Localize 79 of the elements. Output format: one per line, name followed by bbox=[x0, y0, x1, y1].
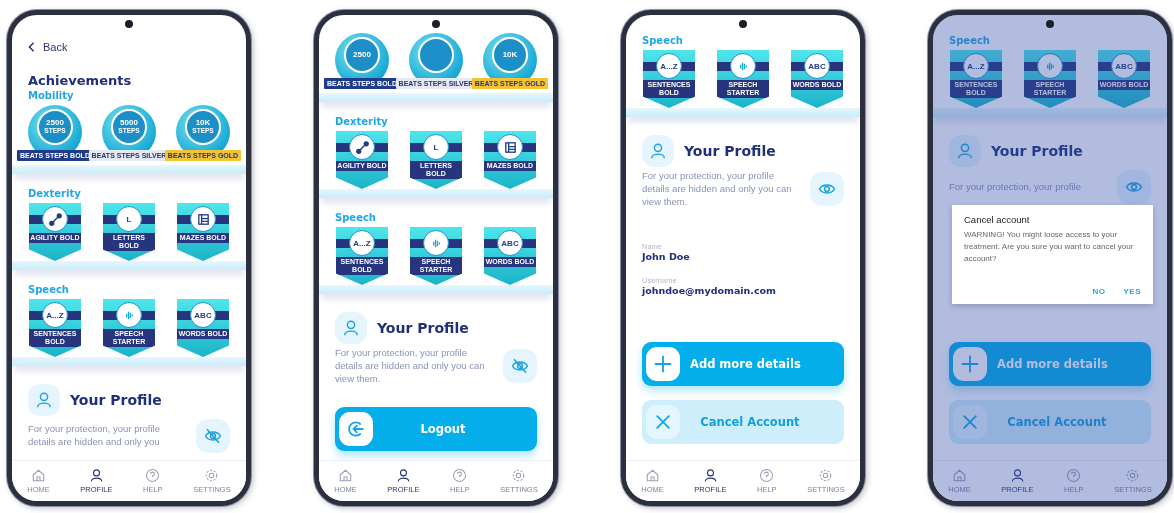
badge-number: 5000 bbox=[120, 119, 138, 128]
home-icon bbox=[31, 468, 47, 483]
profile-description: For your protection, your profile details are hidden and only you can view them. bbox=[335, 347, 486, 386]
badge-symbol: A...Z bbox=[967, 61, 985, 71]
badge-number: 10K bbox=[502, 51, 518, 59]
dialog-button[interactable]: NO bbox=[1092, 287, 1106, 296]
field-value: John Doe bbox=[642, 251, 691, 263]
badge-symbol: ABC bbox=[501, 238, 519, 248]
gear-icon bbox=[204, 468, 220, 483]
category-title: Speech bbox=[642, 35, 684, 46]
person-icon bbox=[395, 468, 411, 483]
person-icon bbox=[335, 312, 367, 344]
grid-icon bbox=[195, 211, 211, 227]
home-icon bbox=[338, 468, 354, 483]
question-icon bbox=[452, 468, 468, 483]
category-title: Speech bbox=[335, 212, 377, 223]
exit-arrow-icon bbox=[339, 412, 373, 447]
profile-title: Your Profile bbox=[991, 143, 1083, 159]
camera-dot bbox=[432, 20, 440, 28]
question-icon bbox=[145, 468, 161, 483]
eye-slash-icon[interactable] bbox=[196, 419, 230, 453]
question-icon bbox=[1066, 468, 1082, 483]
plus-icon bbox=[953, 347, 987, 381]
close-icon bbox=[646, 405, 680, 439]
dialog-message: WARNING! You might loose access to your treatment. Are you sure you want to cancel your account? bbox=[964, 229, 1135, 265]
page-title: Achievements bbox=[28, 73, 133, 88]
person-icon bbox=[1009, 468, 1025, 483]
category-title: Speech bbox=[949, 35, 991, 46]
gear-icon bbox=[818, 468, 834, 483]
question-icon bbox=[759, 468, 775, 483]
dialog-title: Cancel account bbox=[964, 214, 1031, 225]
person-icon bbox=[702, 468, 718, 483]
category-title: Dexterity bbox=[335, 116, 389, 127]
profile-description: For your protection, your profile details are hidden and only you can view them. bbox=[642, 170, 793, 209]
badge-symbol: A...Z bbox=[660, 61, 678, 71]
person-icon bbox=[28, 384, 60, 416]
badge-symbol: A...Z bbox=[353, 238, 371, 248]
home-icon bbox=[952, 468, 968, 483]
eye-icon[interactable] bbox=[1117, 170, 1151, 204]
person-icon bbox=[949, 135, 981, 167]
gear-icon bbox=[511, 468, 527, 483]
badge-symbol: L bbox=[126, 214, 132, 224]
badge-number: 2500 bbox=[46, 119, 64, 128]
close-icon bbox=[953, 405, 987, 439]
add-details-button[interactable]: Add more details bbox=[642, 342, 844, 386]
home-icon bbox=[645, 468, 661, 483]
dialog-button[interactable]: YES bbox=[1123, 287, 1141, 296]
badge-number: 2500 bbox=[353, 51, 371, 59]
badge-symbol: A...Z bbox=[46, 310, 64, 320]
profile-title: Your Profile bbox=[684, 143, 776, 159]
category-title: Dexterity bbox=[28, 188, 82, 199]
profile-description: For your protection, your profile details are hidden and only you bbox=[28, 423, 161, 449]
camera-dot bbox=[739, 20, 747, 28]
category-title: Speech bbox=[28, 284, 70, 295]
category-title: Mobility bbox=[28, 90, 75, 101]
eye-slash-icon[interactable] bbox=[503, 349, 537, 384]
back-button[interactable]: Back bbox=[12, 33, 84, 61]
grid-icon bbox=[502, 139, 518, 155]
eye-icon[interactable] bbox=[810, 172, 844, 207]
badge-symbol: ABC bbox=[1115, 61, 1133, 71]
profile-description: For your protection, your profile bbox=[949, 180, 1082, 194]
field-value: johndoe@mydomain.com bbox=[642, 285, 777, 297]
person-icon bbox=[642, 135, 674, 167]
connected-dots-icon bbox=[354, 139, 370, 155]
badge-symbol: ABC bbox=[194, 310, 212, 320]
badge-number: 10K bbox=[195, 119, 211, 128]
camera-dot bbox=[1046, 20, 1054, 28]
gear-icon bbox=[1125, 468, 1141, 483]
chevron-left-icon bbox=[28, 41, 35, 53]
plus-icon bbox=[646, 347, 680, 381]
connected-dots-icon bbox=[47, 211, 63, 227]
badge-symbol: L bbox=[433, 142, 439, 152]
cancel-account-button[interactable]: Cancel Account bbox=[642, 400, 844, 444]
profile-title: Your Profile bbox=[70, 392, 162, 408]
profile-title: Your Profile bbox=[377, 320, 469, 336]
logout-button[interactable]: Logout bbox=[335, 407, 537, 452]
badge-symbol: ABC bbox=[808, 61, 826, 71]
person-icon bbox=[88, 468, 104, 483]
camera-dot bbox=[125, 20, 133, 28]
